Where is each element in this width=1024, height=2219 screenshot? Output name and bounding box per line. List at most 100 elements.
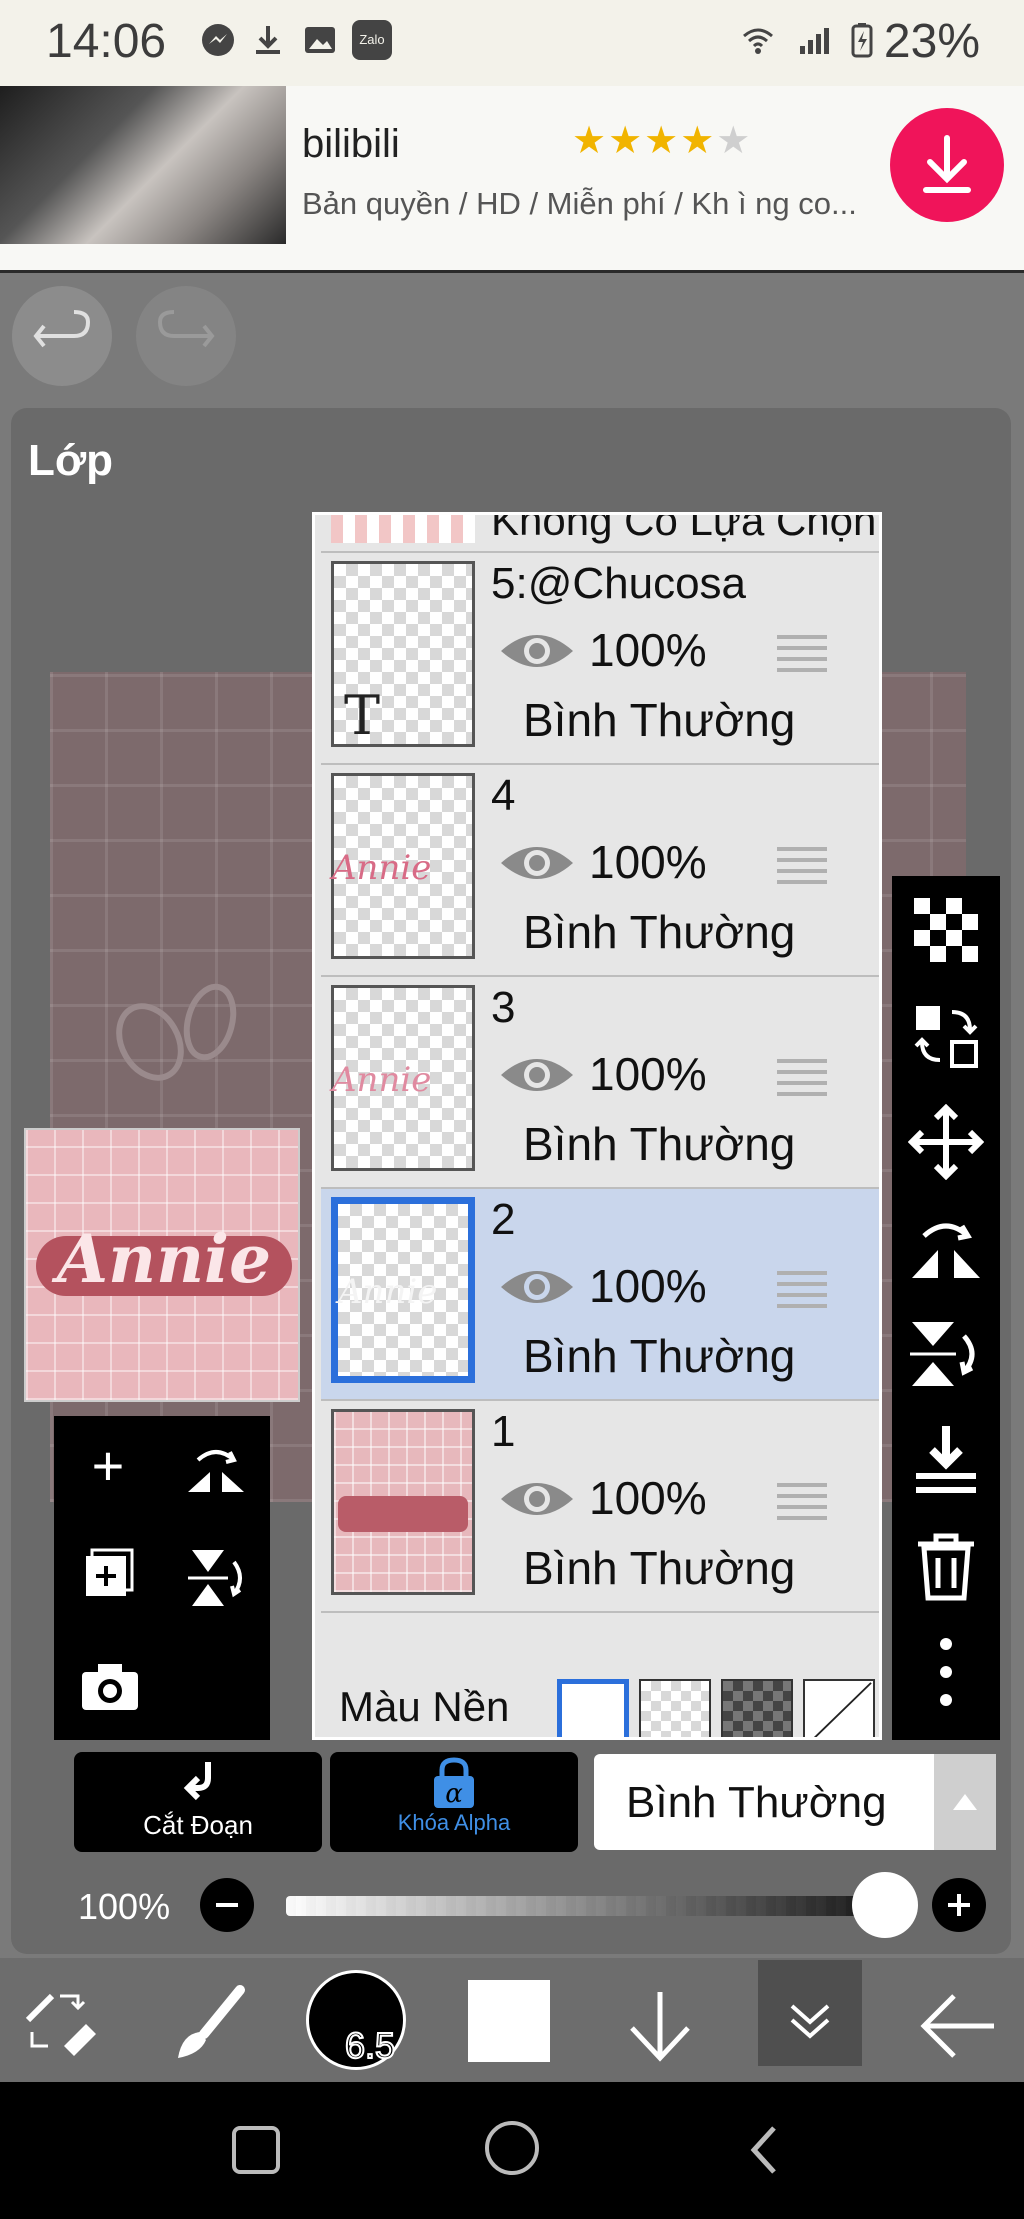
back-nav-icon[interactable]: [744, 2122, 784, 2178]
layers-menu-button[interactable]: [758, 1960, 862, 2066]
eye-icon[interactable]: [499, 1053, 575, 1097]
merge-down-button[interactable]: [908, 1422, 984, 1498]
layer-list[interactable]: Không Có Lựa Chọn T 5:@Chucosa 100% Bình…: [312, 512, 882, 1740]
layer-thumbnail[interactable]: [331, 1409, 475, 1595]
layer-tools-left: +: [54, 1416, 270, 1740]
arrow-down-icon[interactable]: [620, 1986, 700, 2066]
flip-horizontal-button[interactable]: [184, 1442, 248, 1502]
layer-tools-right: [892, 876, 1000, 1740]
double-chevron-down-icon: [790, 2004, 830, 2039]
alpha-lock-label: Khóa Alpha: [397, 1810, 511, 1835]
selection-thumb: [331, 515, 475, 543]
canvas-preview[interactable]: Annie: [24, 1128, 300, 1402]
download-arrow-icon: [923, 135, 971, 193]
layer-blend-mode[interactable]: Bình Thường: [523, 693, 795, 747]
flip-layer-vertical-button[interactable]: [908, 1316, 984, 1392]
transparency-checker-button[interactable]: [908, 892, 984, 968]
brush-size-button[interactable]: 6.5: [306, 1970, 406, 2070]
text-layer-icon: T: [344, 684, 381, 747]
status-bar: 14:06 Zalo 23%: [0, 0, 1024, 86]
layer-opacity: 100%: [589, 1048, 707, 1100]
panel-title: Lớp: [28, 436, 114, 485]
camera-button[interactable]: [80, 1662, 140, 1712]
brush-tool-icon[interactable]: [170, 1984, 250, 2064]
color-swatch[interactable]: [468, 1980, 550, 2062]
selection-layer-row[interactable]: Không Có Lựa Chọn: [321, 515, 879, 553]
drag-handle-icon[interactable]: [777, 631, 827, 675]
bg-none-swatch[interactable]: [803, 1679, 875, 1740]
blend-mode-value: Bình Thường: [626, 1778, 887, 1827]
bg-transparent-swatch[interactable]: [639, 1679, 711, 1737]
layer-row[interactable]: Annie 3 100% Bình Thường: [321, 977, 879, 1189]
layer-name: 3: [491, 983, 516, 1032]
layer-thumbnail[interactable]: T: [331, 561, 475, 747]
bg-white-swatch[interactable]: [557, 1679, 629, 1737]
blend-mode-dropdown[interactable]: [934, 1754, 996, 1850]
eye-icon[interactable]: [499, 1265, 575, 1309]
delete-layer-button[interactable]: [908, 1528, 984, 1604]
status-time: 14:06: [46, 15, 167, 68]
layer-name: 1: [491, 1407, 516, 1456]
undo-button[interactable]: [12, 286, 112, 386]
wifi-icon: [743, 28, 773, 54]
layer-thumbnail[interactable]: Annie: [331, 985, 475, 1171]
layer-row[interactable]: 1 100% Bình Thường: [321, 1401, 879, 1613]
undo-icon: [33, 310, 91, 348]
ad-thumbnail[interactable]: [0, 86, 286, 244]
image-icon: [305, 27, 335, 53]
thumb-text: Annie: [338, 1272, 438, 1312]
move-button[interactable]: [908, 1104, 984, 1180]
layer-opacity: 100%: [589, 1260, 707, 1312]
opacity-slider-thumb[interactable]: [852, 1872, 918, 1938]
ad-banner[interactable]: bilibili ★★★★★ Bản quyền / HD / Miễn phí…: [0, 86, 1024, 273]
bg-dark-checker-swatch[interactable]: [721, 1679, 793, 1737]
opacity-increase-button[interactable]: [932, 1878, 986, 1932]
layer-thumbnail[interactable]: Annie: [331, 773, 475, 959]
home-icon[interactable]: [482, 2118, 542, 2178]
transform-tool-icon[interactable]: [22, 1986, 102, 2056]
clipping-button[interactable]: Cắt Đoạn: [74, 1752, 322, 1852]
layer-opacity: 100%: [589, 836, 707, 888]
layer-row-selected[interactable]: Annie 2 100% Bình Thường: [321, 1189, 879, 1401]
layer-blend-mode[interactable]: Bình Thường: [523, 1329, 795, 1383]
opacity-decrease-button[interactable]: [200, 1878, 254, 1932]
eye-icon[interactable]: [499, 1477, 575, 1521]
ad-title[interactable]: bilibili: [302, 122, 400, 167]
layer-name: 5:@Chucosa: [491, 559, 747, 608]
add-layer-button[interactable]: +: [78, 1436, 138, 1496]
layer-blend-mode[interactable]: Bình Thường: [523, 1117, 795, 1171]
opacity-slider-track[interactable]: [286, 1896, 886, 1916]
more-options-button[interactable]: [908, 1634, 984, 1710]
drag-handle-icon[interactable]: [777, 1267, 827, 1311]
plus-icon: [948, 1894, 970, 1916]
flip-layer-horizontal-button[interactable]: [908, 1210, 984, 1286]
layer-blend-mode[interactable]: Bình Thường: [523, 1541, 795, 1595]
layer-thumbnail[interactable]: Annie: [331, 1197, 475, 1383]
back-arrow-icon[interactable]: [918, 1986, 998, 2066]
ad-subtitle[interactable]: Bản quyền / HD / Miễn phí / Kh ì ng co..…: [302, 186, 857, 222]
drag-handle-icon[interactable]: [777, 843, 827, 887]
recent-apps-icon[interactable]: [228, 2122, 284, 2178]
drag-handle-icon[interactable]: [777, 1055, 827, 1099]
opacity-label: 100%: [78, 1886, 171, 1927]
transform-select-button[interactable]: [908, 998, 984, 1074]
redo-icon: [157, 310, 215, 348]
eye-icon[interactable]: [499, 841, 575, 885]
opacity-row: 100%: [0, 1868, 1024, 1948]
layer-row[interactable]: Annie 4 100% Bình Thường: [321, 765, 879, 977]
blend-mode-select[interactable]: Bình Thường: [594, 1754, 996, 1850]
thumb-text: Annie: [332, 1060, 432, 1100]
thumb-text: Annie: [332, 848, 432, 888]
ad-download-button[interactable]: [890, 108, 1004, 222]
drag-handle-icon[interactable]: [777, 1479, 827, 1523]
selection-label: Không Có Lựa Chọn: [491, 512, 877, 544]
layer-blend-mode[interactable]: Bình Thường: [523, 905, 795, 959]
flip-vertical-button[interactable]: [184, 1546, 248, 1610]
messenger-icon: [202, 24, 234, 56]
alpha-lock-button[interactable]: α Khóa Alpha: [330, 1752, 578, 1852]
add-image-layer-button[interactable]: [82, 1546, 138, 1602]
redo-button[interactable]: [136, 286, 236, 386]
preview-text: Annie: [56, 1220, 272, 1298]
layer-row[interactable]: T 5:@Chucosa 100% Bình Thường: [321, 553, 879, 765]
eye-icon[interactable]: [499, 629, 575, 673]
